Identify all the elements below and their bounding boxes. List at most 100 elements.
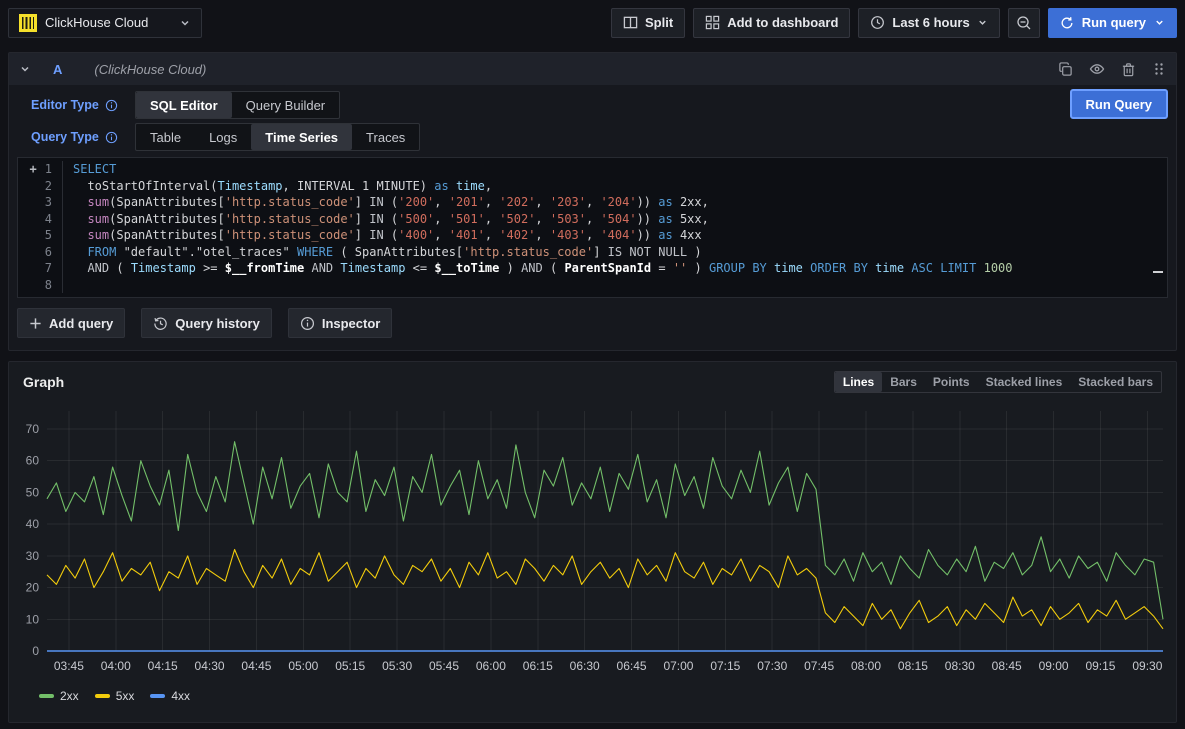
- svg-text:08:00: 08:00: [851, 659, 881, 673]
- svg-text:03:45: 03:45: [54, 659, 84, 673]
- clickhouse-logo-icon: [19, 14, 37, 32]
- toggle-visibility-icon[interactable]: [1089, 61, 1105, 77]
- svg-text:0: 0: [32, 644, 39, 658]
- zoom-out-button[interactable]: [1008, 8, 1040, 38]
- svg-text:05:15: 05:15: [335, 659, 365, 673]
- query-datasource-hint: (ClickHouse Cloud): [94, 62, 1044, 77]
- code-line-1: +1SELECT: [18, 161, 1167, 178]
- clock-icon: [870, 15, 885, 30]
- svg-text:04:15: 04:15: [148, 659, 178, 673]
- svg-text:08:15: 08:15: [898, 659, 928, 673]
- add-query-label: Add query: [49, 316, 113, 331]
- info-icon[interactable]: [105, 131, 118, 144]
- svg-text:70: 70: [26, 422, 40, 436]
- editor-type-row: Editor Type SQL EditorQuery Builder: [17, 91, 1168, 119]
- drag-handle-icon[interactable]: [1152, 62, 1166, 76]
- query-type-tabs: TableLogsTime SeriesTraces: [135, 123, 420, 151]
- legend-item-4xx[interactable]: 4xx: [150, 689, 190, 703]
- legend-item-5xx[interactable]: 5xx: [95, 689, 135, 703]
- svg-text:05:45: 05:45: [429, 659, 459, 673]
- tab-logs[interactable]: Logs: [195, 124, 251, 150]
- refresh-icon: [1060, 16, 1074, 30]
- mode-points[interactable]: Points: [925, 372, 978, 392]
- datasource-picker[interactable]: ClickHouse Cloud: [8, 8, 202, 38]
- duplicate-query-icon[interactable]: [1058, 62, 1073, 77]
- mode-bars[interactable]: Bars: [882, 372, 925, 392]
- svg-text:04:30: 04:30: [195, 659, 225, 673]
- inspector-button[interactable]: Inspector: [288, 308, 393, 338]
- svg-text:08:45: 08:45: [992, 659, 1022, 673]
- add-to-dashboard-label: Add to dashboard: [727, 15, 838, 30]
- split-icon: [623, 15, 638, 30]
- svg-text:08:30: 08:30: [945, 659, 975, 673]
- apps-grid-icon: [705, 15, 720, 30]
- chevron-down-icon: [977, 17, 988, 28]
- text-cursor: [1153, 271, 1163, 273]
- legend-label-5xx: 5xx: [116, 689, 135, 703]
- run-query-toolbar-button[interactable]: Run query: [1048, 8, 1177, 38]
- svg-text:07:15: 07:15: [710, 659, 740, 673]
- query-row-header[interactable]: A (ClickHouse Cloud): [9, 53, 1176, 85]
- query-ref-label: A: [53, 62, 62, 77]
- svg-text:09:30: 09:30: [1132, 659, 1162, 673]
- timeseries-chart[interactable]: 01020304050607003:4504:0004:1504:3004:45…: [9, 395, 1176, 687]
- delete-query-icon[interactable]: [1121, 62, 1136, 77]
- legend-swatch-4xx: [150, 694, 165, 698]
- expand-plus-icon[interactable]: +: [30, 161, 37, 178]
- tab-time-series[interactable]: Time Series: [251, 124, 352, 150]
- split-label: Split: [645, 15, 673, 30]
- svg-text:07:30: 07:30: [757, 659, 787, 673]
- query-footer-actions: Add query Query history Inspector: [9, 298, 1176, 350]
- svg-text:40: 40: [26, 517, 40, 531]
- info-circle-icon: [300, 316, 315, 331]
- legend-label-2xx: 2xx: [60, 689, 79, 703]
- legend-item-2xx[interactable]: 2xx: [39, 689, 79, 703]
- info-icon[interactable]: [105, 99, 118, 112]
- plus-icon: [29, 317, 42, 330]
- query-editor-panel: A (ClickHouse Cloud) Editor Type: [8, 52, 1177, 351]
- query-history-button[interactable]: Query history: [141, 308, 272, 338]
- svg-text:05:30: 05:30: [382, 659, 412, 673]
- code-line-6: 6 FROM "default"."otel_traces" WHERE ( S…: [18, 244, 1167, 261]
- query-type-row: Query Type TableLogsTime SeriesTraces: [17, 123, 1168, 151]
- chevron-down-icon: [1154, 17, 1165, 28]
- option-query-builder[interactable]: Query Builder: [232, 92, 339, 118]
- tab-traces[interactable]: Traces: [352, 124, 419, 150]
- mode-lines[interactable]: Lines: [835, 372, 882, 392]
- graph-panel: Graph LinesBarsPointsStacked linesStacke…: [8, 361, 1177, 723]
- code-line-4: 4 sum(SpanAttributes['http.status_code']…: [18, 211, 1167, 228]
- sql-code-editor[interactable]: +1SELECT2 toStartOfInterval(Timestamp, I…: [17, 157, 1168, 298]
- code-line-7: 7 AND ( Timestamp >= $__fromTime AND Tim…: [18, 260, 1167, 277]
- svg-text:09:00: 09:00: [1039, 659, 1069, 673]
- run-query-label: Run query: [1082, 15, 1146, 30]
- tab-table[interactable]: Table: [136, 124, 195, 150]
- chart-legend: 2xx 5xx 4xx: [9, 687, 1176, 703]
- code-line-8: 8: [18, 277, 1167, 294]
- datasource-name: ClickHouse Cloud: [45, 15, 171, 30]
- graph-panel-title: Graph: [23, 374, 64, 390]
- time-range-picker[interactable]: Last 6 hours: [858, 8, 999, 38]
- add-query-button[interactable]: Add query: [17, 308, 125, 338]
- run-query-panel-button[interactable]: Run Query: [1070, 89, 1168, 119]
- top-toolbar: ClickHouse Cloud Split Add to dashboard …: [0, 0, 1185, 45]
- mode-stacked-bars[interactable]: Stacked bars: [1070, 372, 1161, 392]
- time-range-label: Last 6 hours: [892, 15, 969, 30]
- svg-text:30: 30: [26, 549, 40, 563]
- history-icon: [153, 316, 168, 331]
- svg-text:10: 10: [26, 612, 40, 626]
- code-line-2: 2 toStartOfInterval(Timestamp, INTERVAL …: [18, 178, 1167, 195]
- legend-swatch-5xx: [95, 694, 110, 698]
- split-button[interactable]: Split: [611, 8, 685, 38]
- option-sql-editor[interactable]: SQL Editor: [136, 92, 232, 118]
- legend-label-4xx: 4xx: [171, 689, 190, 703]
- mode-stacked-lines[interactable]: Stacked lines: [978, 372, 1071, 392]
- query-history-label: Query history: [175, 316, 260, 331]
- svg-text:07:00: 07:00: [663, 659, 693, 673]
- graph-mode-toggle: LinesBarsPointsStacked linesStacked bars: [834, 371, 1162, 393]
- zoom-out-icon: [1016, 15, 1032, 31]
- collapse-chevron-icon[interactable]: [19, 63, 31, 75]
- code-line-5: 5 sum(SpanAttributes['http.status_code']…: [18, 227, 1167, 244]
- svg-text:05:00: 05:00: [288, 659, 318, 673]
- svg-text:04:45: 04:45: [241, 659, 271, 673]
- add-to-dashboard-button[interactable]: Add to dashboard: [693, 8, 850, 38]
